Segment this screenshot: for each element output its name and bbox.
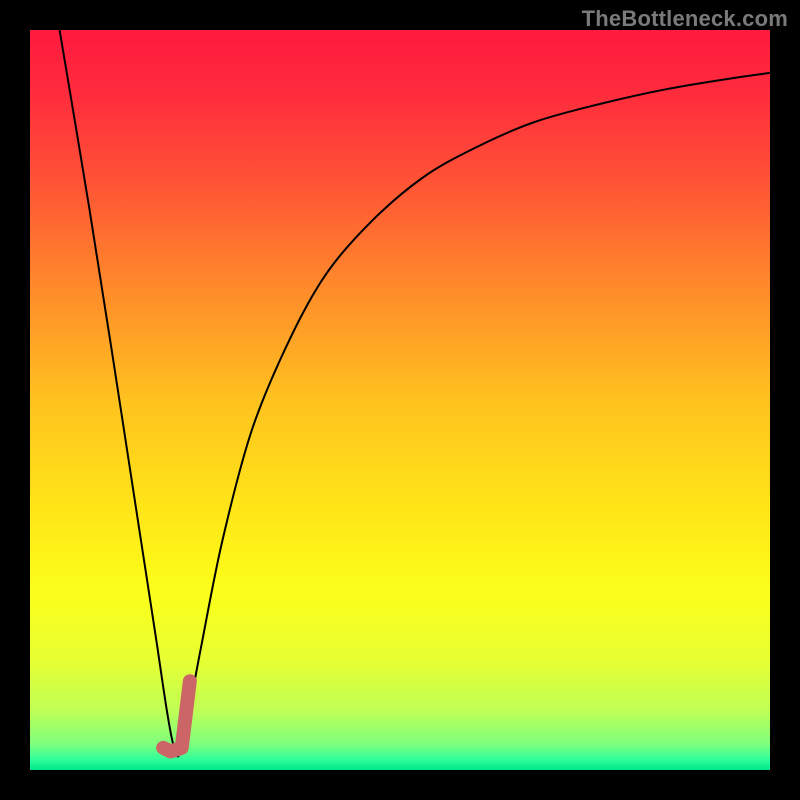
background-gradient — [30, 30, 770, 770]
watermark-label: TheBottleneck.com — [582, 6, 788, 32]
chart-frame: TheBottleneck.com — [0, 0, 800, 800]
plot-area — [30, 30, 770, 770]
